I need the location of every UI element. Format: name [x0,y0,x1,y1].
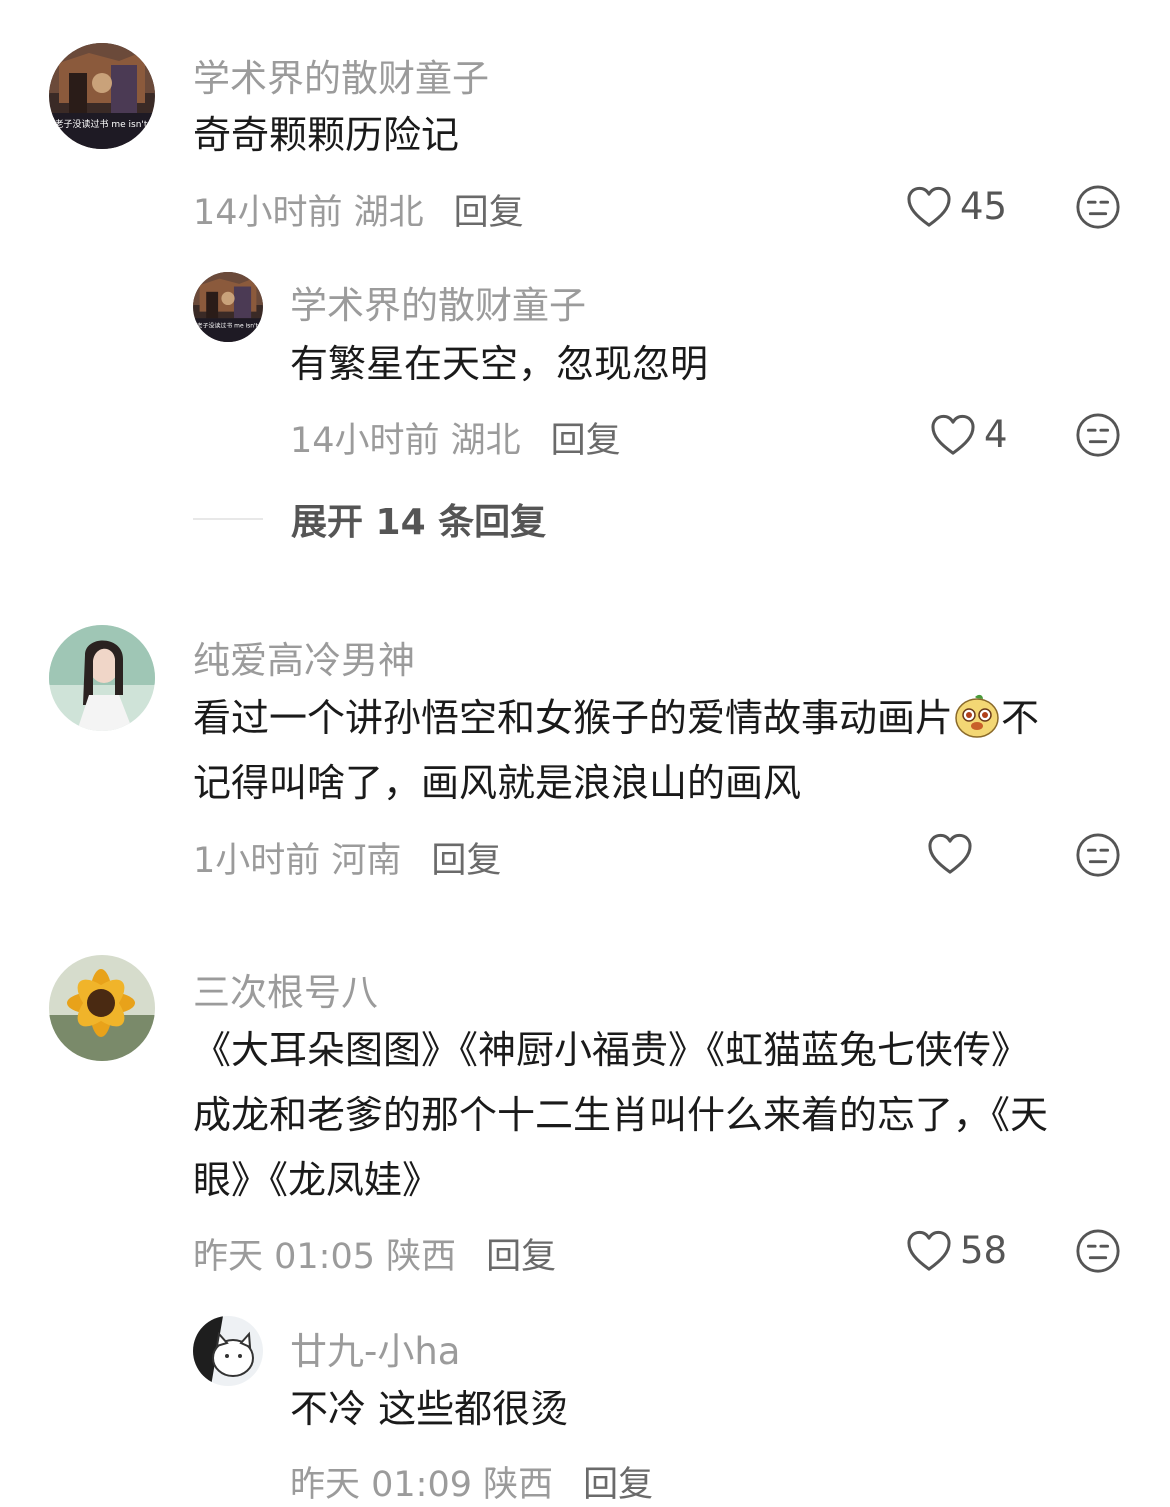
like-button[interactable]: 45 [906,185,1007,228]
like-button[interactable]: 4 [930,413,1008,456]
reply-button[interactable]: 回复 [551,421,621,461]
comment-text-line: 记得叫啥了，画风就是浪浪山的画风 [193,761,802,805]
avatar[interactable] [193,1316,263,1386]
reply-button[interactable]: 回复 [583,1465,653,1505]
text-segment: 不 [1001,696,1040,740]
heart-icon [930,414,976,456]
dislike-face-icon[interactable] [1075,412,1121,458]
reply-button[interactable]: 回复 [431,841,501,881]
avatar-caption: 欺负老子没读过书 me isn't 985 [49,118,155,130]
like-button[interactable]: 58 [906,1229,1007,1272]
reply-username[interactable]: 学术界的散财童子 [290,275,586,329]
dislike-face-icon[interactable] [1075,184,1121,230]
expand-replies-button[interactable]: 展开 14 条回复 [193,493,546,545]
heart-icon [906,1230,952,1272]
reply-text: 不冷 这些都很烫 [290,1387,569,1431]
divider [193,518,263,520]
comment-text-line: 成龙和老爹的那个十二生肖叫什么来着的忘了，《天 [193,1093,1049,1137]
reply-meta: 昨天 01:09 陕西 回复 [290,1456,653,1507]
comment-text-line: 《大耳朵图图》《神厨小福贵》《虹猫蓝兔七侠传》 [193,1028,1030,1072]
avatar[interactable] [49,625,155,731]
comment-meta: 1小时前 河南 回复 [193,832,501,883]
reply-text: 有繁星在天空，忽现忽明 [290,342,709,386]
dislike-face-icon[interactable] [1075,832,1121,878]
comment-text: 奇奇颗颗历险记 [193,113,460,157]
like-count: 45 [960,185,1008,228]
avatar-caption: 欺负老子没读过书 me isn't 985 [193,321,263,329]
reply-meta: 14小时前 湖北 回复 [290,412,621,463]
avatar[interactable]: 欺负老子没读过书 me isn't 985 [193,272,263,342]
time-location: 14小时前 湖北 [290,421,521,461]
time-location: 昨天 01:05 陕西 [193,1237,457,1277]
comment-text-line: 眼》《龙凤娃》 [193,1158,441,1202]
comment-meta: 昨天 01:05 陕西 回复 [193,1228,556,1279]
time-location: 1小时前 河南 [193,841,402,881]
comment-meta: 14小时前 湖北 回复 [193,184,524,235]
heart-icon [906,186,952,228]
reply-username[interactable]: 廿九-小ha [290,1321,460,1375]
heart-icon [927,833,973,875]
reply-button[interactable]: 回复 [486,1237,556,1277]
comment-username[interactable]: 学术界的散财童子 [193,48,489,102]
avatar[interactable]: 欺负老子没读过书 me isn't 985 [49,43,155,149]
dislike-face-icon[interactable] [1075,1228,1121,1274]
time-location: 昨天 01:09 陕西 [290,1465,554,1505]
comment-text-line: 看过一个讲孙悟空和女猴子的爱情故事动画片 不 [193,686,1039,751]
expand-replies-label: 展开 14 条回复 [291,502,547,543]
comment-username[interactable]: 纯爱高冷男神 [193,630,415,684]
like-count: 4 [984,413,1008,456]
text-segment: 看过一个讲孙悟空和女猴子的爱情故事动画片 [193,696,954,740]
avatar[interactable] [49,955,155,1061]
comment-username[interactable]: 三次根号八 [193,962,378,1016]
like-count: 58 [960,1229,1008,1272]
time-location: 14小时前 湖北 [193,193,424,233]
mascot-emoji-icon [955,694,999,738]
like-button[interactable] [927,833,973,875]
reply-button[interactable]: 回复 [454,193,524,233]
